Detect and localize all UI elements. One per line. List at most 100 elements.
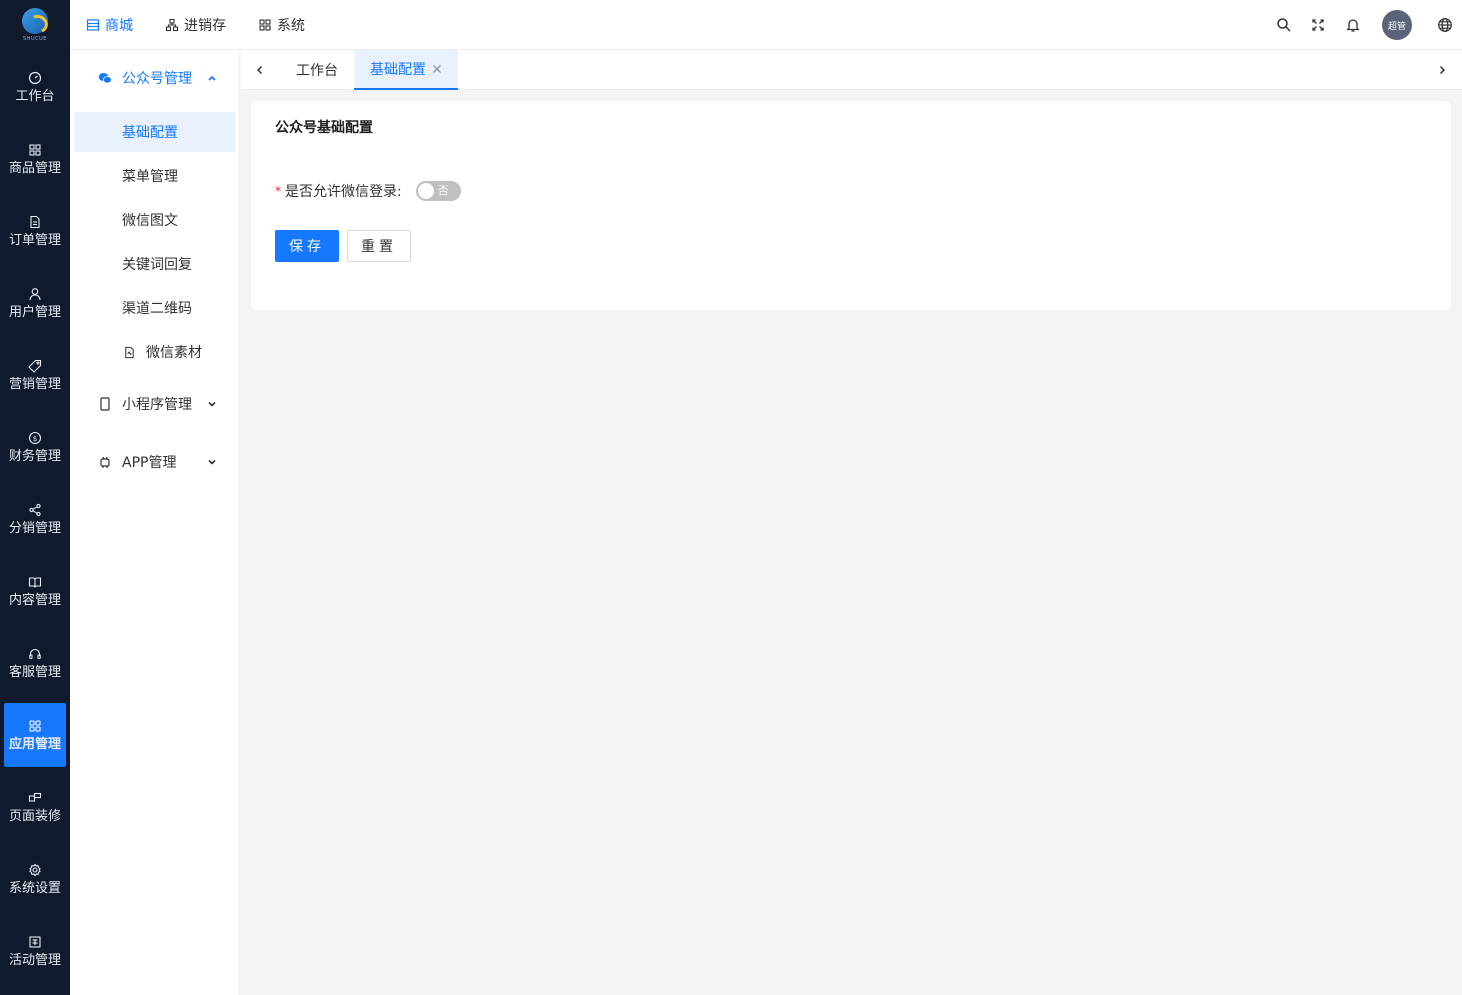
- globe-icon[interactable]: [1436, 16, 1454, 34]
- sidebar-item-label: 商品管理: [8, 161, 61, 176]
- header-tab-label: 商城: [105, 18, 133, 34]
- reset-button[interactable]: 重置: [347, 230, 411, 262]
- headset-icon: [27, 646, 43, 662]
- sidebar-item-activities[interactable]: 活动管理: [4, 919, 66, 983]
- search-icon[interactable]: [1275, 16, 1293, 34]
- gear-icon: [27, 862, 43, 878]
- sidebar-item-label: 系统设置: [8, 881, 61, 896]
- grid-icon: [27, 142, 43, 158]
- menu-item-label: 菜单管理: [122, 169, 178, 185]
- chevron-down-icon: [207, 399, 217, 409]
- main-sidebar: SHUCUE 工作台 商品管理 订单管理 用户管理 营销管理 $ 财务管理 分销…: [0, 0, 70, 995]
- menu-group-label: 公众号管理: [122, 71, 192, 87]
- sidebar-item-label: 客服管理: [8, 665, 61, 680]
- chevron-up-icon: [207, 73, 217, 83]
- chevron-down-icon: [207, 457, 217, 467]
- sidebar-item-label: 内容管理: [8, 593, 61, 608]
- menu-item-label: 微信图文: [122, 213, 178, 229]
- menu-item-label: 基础配置: [122, 125, 178, 141]
- sidebar-item-distribution[interactable]: 分销管理: [4, 487, 66, 551]
- sidebar-item-label: 工作台: [15, 89, 55, 104]
- sidebar-item-marketing[interactable]: 营销管理: [4, 343, 66, 407]
- apps-icon: [258, 18, 272, 32]
- sidebar-item-content[interactable]: 内容管理: [4, 559, 66, 623]
- wechat-login-switch[interactable]: 否: [415, 181, 461, 201]
- header-tab-label: 系统: [277, 18, 305, 34]
- config-card: 公众号基础配置 * 是否允许微信登录: 否 保存 重置: [251, 101, 1451, 310]
- sidebar-item-label: 分销管理: [8, 521, 61, 536]
- dollar-icon: $: [27, 430, 43, 446]
- sidebar-item-label: 页面装修: [8, 809, 61, 824]
- sidebar-item-page-decoration[interactable]: 页面装修: [4, 775, 66, 839]
- header-tab-system[interactable]: 系统: [258, 15, 305, 35]
- tab-dashboard[interactable]: 工作台: [280, 50, 354, 90]
- reset-button-label: 重置: [361, 239, 397, 255]
- svg-text:$: $: [33, 435, 37, 443]
- close-icon[interactable]: [432, 64, 442, 74]
- menu-item-keyword-reply[interactable]: 关键词回复: [74, 244, 235, 284]
- sidebar-item-label: 财务管理: [8, 449, 61, 464]
- activity-icon: [27, 934, 43, 950]
- layout-icon: [27, 790, 43, 806]
- hierarchy-icon: [165, 18, 179, 32]
- sidebar-item-service[interactable]: 客服管理: [4, 631, 66, 695]
- sidebar-item-label: 应用管理: [8, 737, 61, 752]
- required-mark: *: [275, 184, 281, 198]
- sidebar-item-users[interactable]: 用户管理: [4, 271, 66, 335]
- secondary-menu: 公众号管理 基础配置 菜单管理 微信图文 关键词回复 渠道二维码 微信素材 小程…: [70, 50, 240, 995]
- tag-icon: [27, 358, 43, 374]
- sidebar-item-orders[interactable]: 订单管理: [4, 199, 66, 263]
- sidebar-item-finance[interactable]: $ 财务管理: [4, 415, 66, 479]
- sidebar-item-settings[interactable]: 系统设置: [4, 847, 66, 911]
- menu-group-app[interactable]: APP管理: [70, 442, 240, 482]
- tabs-scroll-right-icon[interactable]: [1434, 62, 1450, 78]
- sidebar-item-apps[interactable]: 应用管理: [4, 703, 66, 767]
- page-tabs-bar: 工作台 基础配置: [241, 50, 1462, 90]
- menu-group-label: APP管理: [122, 455, 177, 471]
- menu-group-official-account[interactable]: 公众号管理: [70, 58, 240, 98]
- sidebar-item-label: 活动管理: [8, 953, 61, 968]
- sidebar-item-label: 用户管理: [8, 305, 61, 320]
- apps-icon: [27, 718, 43, 734]
- sidebar-item-dashboard[interactable]: 工作台: [4, 55, 66, 119]
- wechat-login-row: * 是否允许微信登录: 否: [275, 180, 461, 202]
- menu-item-label: 渠道二维码: [122, 301, 192, 317]
- avatar[interactable]: 超管: [1382, 10, 1412, 40]
- save-button[interactable]: 保存: [275, 230, 339, 262]
- menu-item-menu-management[interactable]: 菜单管理: [74, 156, 235, 196]
- menu-item-basic-config[interactable]: 基础配置: [74, 112, 235, 152]
- menu-item-label: 微信素材: [146, 345, 202, 361]
- wechat-login-label: 是否允许微信登录:: [285, 184, 402, 200]
- avatar-text: 超管: [1387, 21, 1406, 32]
- tab-label: 基础配置: [370, 62, 426, 78]
- fullscreen-icon[interactable]: [1309, 16, 1327, 34]
- menu-item-label: 关键词回复: [122, 257, 192, 273]
- sidebar-item-label: 营销管理: [8, 377, 61, 392]
- book-icon: [27, 574, 43, 590]
- switch-knob: [417, 183, 434, 199]
- header-tab-label: 进销存: [184, 18, 226, 34]
- sidebar-item-label: 订单管理: [8, 233, 61, 248]
- tab-basic-config[interactable]: 基础配置: [354, 50, 458, 90]
- menu-item-wechat-materials[interactable]: 微信素材: [74, 332, 235, 372]
- menu-item-wechat-articles[interactable]: 微信图文: [74, 200, 235, 240]
- menu-group-label: 小程序管理: [122, 397, 192, 413]
- switch-text: 否: [437, 184, 449, 197]
- logo[interactable]: SHUCUE: [0, 0, 70, 50]
- logo-text: SHUCUE: [23, 36, 47, 42]
- android-icon: [98, 455, 112, 469]
- tabs-scroll-left-icon[interactable]: [252, 62, 268, 78]
- top-header: 商城 进销存 系统 超管: [70, 0, 1462, 50]
- store-icon: [86, 18, 100, 32]
- wechat-icon: [98, 71, 112, 85]
- menu-group-mini-program[interactable]: 小程序管理: [70, 384, 240, 424]
- mobile-icon: [98, 397, 112, 411]
- sidebar-item-products[interactable]: 商品管理: [4, 127, 66, 191]
- header-tab-store[interactable]: 商城: [86, 15, 133, 35]
- header-tab-inventory[interactable]: 进销存: [165, 15, 226, 35]
- dashboard-icon: [27, 70, 43, 86]
- logo-icon: [22, 8, 48, 34]
- menu-item-channel-qrcode[interactable]: 渠道二维码: [74, 288, 235, 328]
- bell-icon[interactable]: [1344, 16, 1362, 34]
- save-button-label: 保存: [289, 239, 325, 255]
